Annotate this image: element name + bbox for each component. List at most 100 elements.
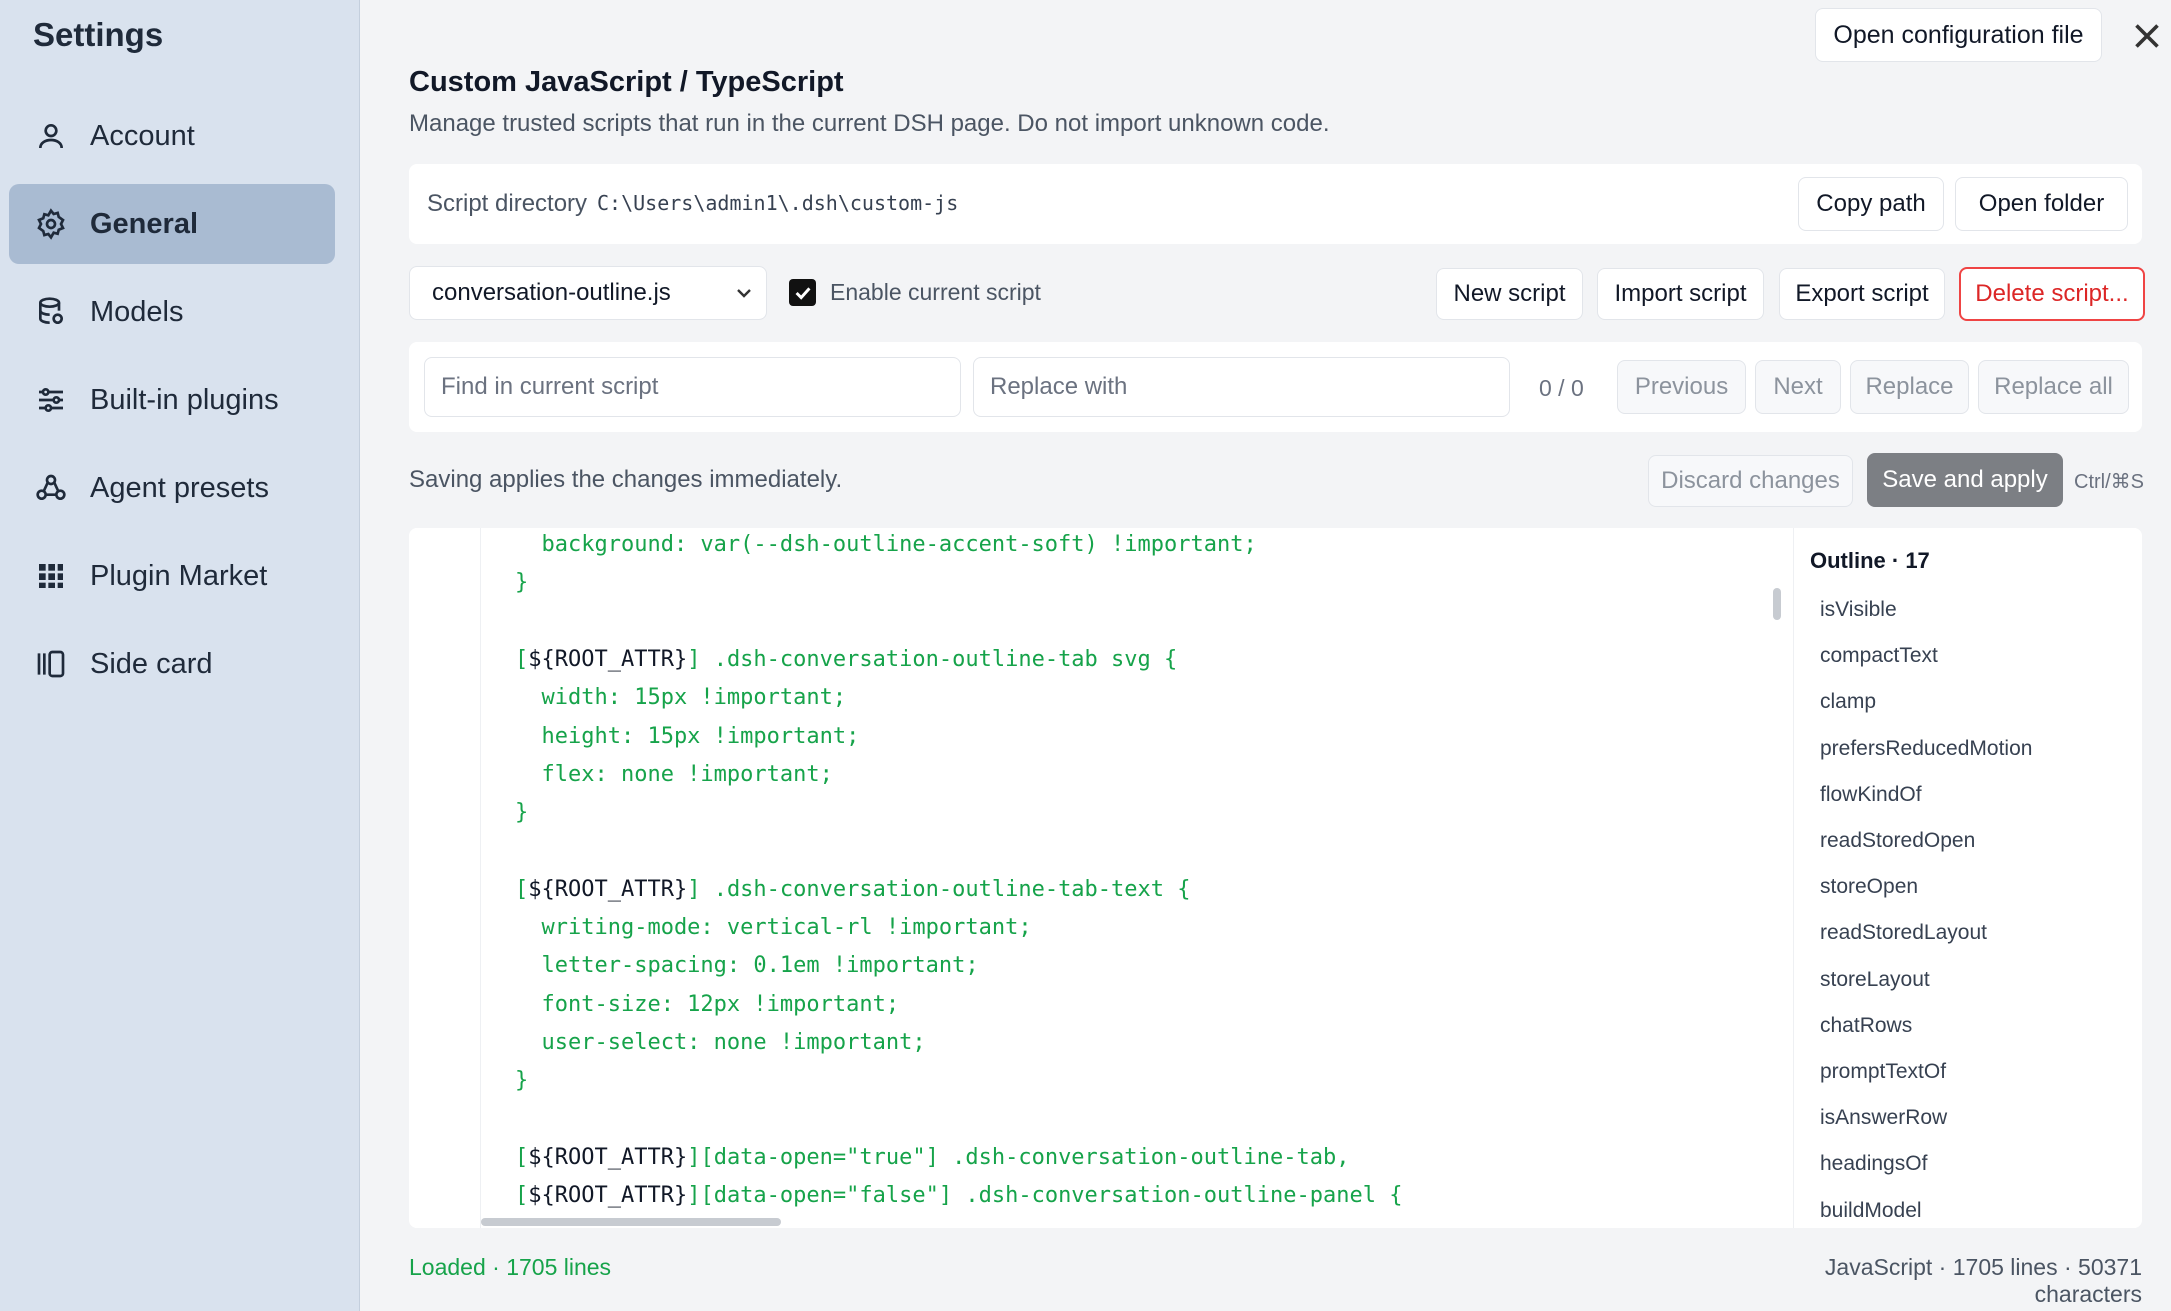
sidebar-item-agent-presets[interactable]: Agent presets <box>9 448 335 528</box>
page-title: Custom JavaScript / TypeScript <box>409 66 844 98</box>
outline-item[interactable]: headingsOf <box>1820 1144 1927 1184</box>
code-line: 159 flex: none !important; <box>481 756 1765 794</box>
outline-item[interactable]: readStoredOpen <box>1820 821 1975 861</box>
code-line: 160} <box>481 794 1765 832</box>
code-line: 168 <box>481 1101 1765 1139</box>
outline-item[interactable]: buildModel <box>1820 1191 1922 1228</box>
code-line: 163 writing-mode: vertical-rl !important… <box>481 909 1765 947</box>
replace-input[interactable] <box>973 357 1510 417</box>
code-text: [${ROOT_ATTR}] .dsh-conversation-outline… <box>515 646 1178 672</box>
main-panel: Open configuration file Custom JavaScrip… <box>361 0 2171 1311</box>
previous-match-button[interactable]: Previous <box>1617 360 1746 414</box>
sidebar-item-account[interactable]: Account <box>9 96 335 176</box>
code-line: 165 font-size: 12px !important; <box>481 986 1765 1024</box>
code-line: 154} <box>481 564 1765 602</box>
outline-item[interactable]: storeLayout <box>1820 960 1930 1000</box>
side-card-icon <box>34 647 68 681</box>
new-script-button[interactable]: New script <box>1436 268 1583 320</box>
chevron-down-icon <box>732 281 756 305</box>
outline-item[interactable]: compactText <box>1820 636 1938 676</box>
code-text: writing-mode: vertical-rl !important; <box>515 915 1032 940</box>
code-text: letter-spacing: 0.1em !important; <box>515 953 979 979</box>
code-editor: 153 background: var(--dsh-outline-accent… <box>409 528 2142 1228</box>
find-input[interactable] <box>424 357 961 417</box>
status-loaded: Loaded · 1705 lines <box>409 1254 612 1280</box>
replace-button[interactable]: Replace <box>1850 360 1969 414</box>
page-description: Manage trusted scripts that run in the c… <box>409 110 1330 137</box>
save-and-apply-button[interactable]: Save and apply <box>1867 453 2063 507</box>
code-horizontal-scrollbar[interactable] <box>481 1218 781 1226</box>
outline-title: Outline · 17 <box>1810 548 1930 573</box>
outline-item[interactable]: flowKindOf <box>1820 775 1922 815</box>
close-icon[interactable] <box>2129 18 2165 54</box>
export-script-button[interactable]: Export script <box>1779 268 1945 320</box>
sidebar-item-label: Plugin Market <box>90 559 268 592</box>
sidebar-item-label: Built-in plugins <box>90 383 279 416</box>
code-text: [${ROOT_ATTR}] .dsh-conversation-outline… <box>515 876 1191 902</box>
outline-item[interactable]: prefersReducedMotion <box>1820 729 2032 769</box>
code-line: 155 <box>481 603 1765 641</box>
code-line: 156[${ROOT_ATTR}] .dsh-conversation-outl… <box>481 641 1765 679</box>
enable-script-toggle[interactable]: Enable current script <box>789 279 1041 306</box>
find-replace-bar: 0 / 0 Previous Next Replace Replace all <box>409 342 2142 432</box>
sidebar-item-side-card[interactable]: Side card <box>9 624 335 704</box>
outline-item[interactable]: isAnswerRow <box>1820 1098 1947 1138</box>
outline-item[interactable]: chatRows <box>1820 1006 1912 1046</box>
code-line: 164 letter-spacing: 0.1em !important; <box>481 947 1765 985</box>
status-file-info: JavaScript · 1705 lines · 50371 characte… <box>1824 1254 2142 1307</box>
sidebar-item-label: General <box>90 207 198 240</box>
script-select-value: conversation-outline.js <box>432 279 671 306</box>
replace-all-button[interactable]: Replace all <box>1978 360 2129 414</box>
open-config-button[interactable]: Open configuration file <box>1815 8 2102 62</box>
code-line: 169[${ROOT_ATTR}][data-open="true"] .dsh… <box>481 1139 1765 1177</box>
sidebar-item-general[interactable]: General <box>9 184 335 264</box>
code-text: user-select: none !important; <box>515 1029 926 1055</box>
code-text: [${ROOT_ATTR}][data-open="true"] .dsh-co… <box>515 1144 1350 1170</box>
code-text: } <box>515 800 529 826</box>
next-match-button[interactable]: Next <box>1755 360 1841 414</box>
open-folder-button[interactable]: Open folder <box>1955 177 2128 231</box>
enable-script-label: Enable current script <box>830 279 1041 305</box>
outline-item[interactable]: isVisible <box>1820 590 1897 630</box>
code-line: 157 width: 15px !important; <box>481 679 1765 717</box>
sidebar-item-built-in-plugins[interactable]: Built-in plugins <box>9 360 335 440</box>
code-line: 161 <box>481 832 1765 870</box>
outline-item[interactable]: readStoredLayout <box>1820 913 1987 953</box>
code-text: } <box>515 570 529 596</box>
code-text: [${ROOT_ATTR}][data-open="false"] .dsh-c… <box>515 1183 1403 1209</box>
user-icon <box>34 119 68 153</box>
discard-changes-button[interactable]: Discard changes <box>1648 455 1853 507</box>
code-text: } <box>515 1068 529 1094</box>
code-line: 153 background: var(--dsh-outline-accent… <box>481 528 1765 564</box>
sliders-icon <box>34 383 68 417</box>
code-line: 158 height: 15px !important; <box>481 718 1765 756</box>
code-area[interactable]: 153 background: var(--dsh-outline-accent… <box>481 528 1765 1228</box>
sidebar: Settings Account General Models Built-in… <box>0 0 360 1311</box>
enable-script-checkbox[interactable] <box>789 279 816 306</box>
script-directory-path: C:\Users\admin1\.dsh\custom-js <box>597 191 959 215</box>
save-shortcut-hint: Ctrl/⌘S <box>2074 471 2144 493</box>
script-select[interactable]: conversation-outline.js <box>409 266 767 320</box>
database-icon <box>34 295 68 329</box>
outline-item[interactable]: storeOpen <box>1820 867 1918 907</box>
copy-path-button[interactable]: Copy path <box>1798 177 1944 231</box>
code-line: 166 user-select: none !important; <box>481 1024 1765 1062</box>
code-line: 167} <box>481 1062 1765 1100</box>
code-text: flex: none !important; <box>515 761 833 787</box>
sidebar-item-plugin-market[interactable]: Plugin Market <box>9 536 335 616</box>
save-note: Saving applies the changes immediately. <box>409 466 843 493</box>
sidebar-item-models[interactable]: Models <box>9 272 335 352</box>
script-directory-label: Script directory <box>427 190 588 217</box>
sidebar-title: Settings <box>33 16 164 53</box>
delete-script-button[interactable]: Delete script... <box>1959 267 2145 321</box>
line-number-gutter <box>409 528 481 1228</box>
import-script-button[interactable]: Import script <box>1597 268 1764 320</box>
outline-item[interactable]: clamp <box>1820 682 1876 722</box>
sidebar-item-label: Agent presets <box>90 471 269 504</box>
script-directory-card: Script directory C:\Users\admin1\.dsh\cu… <box>409 164 2142 244</box>
sidebar-nav: Account General Models Built-in plugins … <box>9 96 335 712</box>
code-vertical-scrollbar[interactable] <box>1773 588 1781 620</box>
outline-item[interactable]: promptTextOf <box>1820 1052 1946 1092</box>
code-text: background: var(--dsh-outline-accent-sof… <box>515 532 1257 557</box>
code-text: width: 15px !important; <box>515 685 847 711</box>
